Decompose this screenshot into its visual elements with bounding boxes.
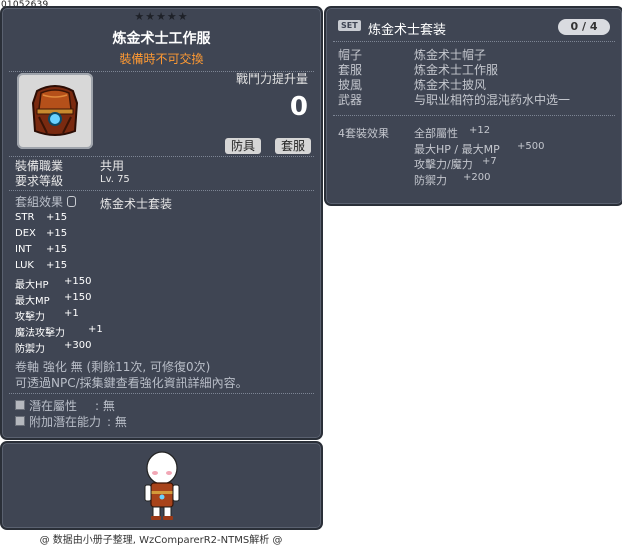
set-effect-name: 全部屬性 [414, 127, 458, 140]
set-effect-value: 炼金术士套装 [100, 197, 173, 211]
set-effect-row: 全部屬性 +12 [414, 125, 490, 141]
set-badge: SET [338, 20, 361, 31]
set-effect-name: 攻擊力/魔力 [414, 158, 473, 171]
stat-value: +15 [46, 228, 68, 239]
set-slot: 武器 [338, 93, 363, 107]
set-effect-row: 防禦力 +200 [414, 172, 490, 188]
stat-name: 魔法攻擊力 [15, 328, 65, 339]
trade-note: 裝備時不可交換 [119, 52, 204, 66]
set-effect-row: 套組效果 [15, 193, 77, 210]
stat-name: DEX [15, 228, 36, 239]
set-effect-name: 最大HP / 最大MP [414, 143, 500, 156]
set-effect-label: 4套裝效果 [338, 127, 389, 140]
character-preview-panel [0, 441, 323, 530]
divider [9, 393, 314, 394]
stat-value: +1 [64, 308, 79, 319]
set-effect-label: 套組效果 [15, 195, 64, 209]
star-force-stars: ★★★★★ [134, 10, 189, 23]
scroll-hint: 可透過NPC/採集鍵查看強化資訊詳細內容。 [15, 376, 248, 390]
stat-value: +15 [46, 212, 68, 223]
bonus-potential-label: 附加潛在能力 [29, 415, 102, 429]
stat-row: 魔法攻擊力 +1 [15, 324, 103, 339]
tag-armor: 防具 [224, 138, 261, 154]
bonus-potential-value: 無 [114, 415, 127, 429]
stat-row: LUK +15 [15, 260, 67, 271]
attack-gain-value: 0 [289, 92, 308, 122]
set-info-panel: SET 炼金术士套装 0 / 4 帽子 炼金术士帽子 套服 炼金术士工作服 披風… [324, 6, 622, 206]
bonus-potential-bullet-icon [15, 416, 25, 426]
stat-row: INT +15 [15, 244, 67, 255]
character-avatar [144, 451, 180, 520]
potential-label: 潛在屬性 [29, 399, 78, 413]
stat-name: 最大MP [15, 296, 50, 307]
set-name: 炼金术士套装 [368, 23, 447, 38]
set-count: 0 / 4 [558, 19, 610, 35]
stat-row: 最大MP +150 [15, 292, 91, 307]
stat-value: +150 [64, 276, 92, 287]
set-piece: 与职业相符的混沌药水中选一 [414, 93, 571, 107]
stat-name: 最大HP [15, 280, 49, 291]
scroll-upgrade-line: 卷軸 強化 無 (剩餘11次, 可修復0次) [15, 360, 211, 374]
stat-value: +150 [64, 292, 92, 303]
req-level-value: Lv. 75 [100, 174, 130, 185]
stat-name: INT [15, 244, 32, 255]
stat-row: DEX +15 [15, 228, 67, 239]
set-effect-row: 最大HP / 最大MP +500 [414, 141, 544, 157]
stat-value: +1 [88, 324, 103, 335]
stat-row: 攻擊力 +1 [15, 308, 79, 323]
item-armor-icon [31, 85, 79, 136]
stat-row: 最大HP +150 [15, 276, 91, 291]
potential-row: 潛在屬性: 無 [15, 397, 115, 414]
bonus-potential-row: 附加潛在能力: 無 [15, 413, 127, 430]
divider [333, 115, 615, 116]
divider [9, 190, 314, 191]
stat-value: +15 [46, 244, 68, 255]
set-effect-row: 攻擊力/魔力 +7 [414, 156, 497, 172]
footer-credit: @ 数据由小册子整理, WzComparerR2-NTMS解析 @ [39, 535, 283, 546]
attack-gain-label: 戰鬥力提升量 [235, 72, 308, 86]
item-tooltip: ★★★★★ 炼金术士工作服 裝備時不可交換 戰鬥力提升量 0 防具 套服 裝備職… [0, 6, 323, 440]
set-effect-value: +12 [469, 125, 491, 136]
item-name: 炼金术士工作服 [112, 31, 211, 47]
item-icon-frame [17, 73, 93, 149]
stat-name: 防禦力 [15, 344, 45, 355]
divider [333, 41, 615, 42]
stat-value: +300 [64, 340, 92, 351]
job-value: 共用 [100, 159, 125, 173]
potential-value: 無 [102, 399, 115, 413]
lock-icon [67, 196, 77, 207]
set-effect-value: +500 [517, 141, 545, 152]
set-effect-value: +7 [482, 156, 497, 167]
stat-name: 攻擊力 [15, 312, 45, 323]
potential-bullet-icon [15, 400, 25, 410]
stat-row: 防禦力 +300 [15, 340, 91, 355]
tag-outfit: 套服 [274, 138, 311, 154]
stat-name: LUK [15, 260, 34, 271]
stat-value: +15 [46, 260, 68, 271]
req-level-label: 要求等級 [15, 174, 64, 188]
set-effect-value: +200 [463, 172, 491, 183]
stat-row: STR +15 [15, 212, 67, 223]
set-effect-name: 防禦力 [414, 174, 447, 187]
stat-name: STR [15, 212, 35, 223]
